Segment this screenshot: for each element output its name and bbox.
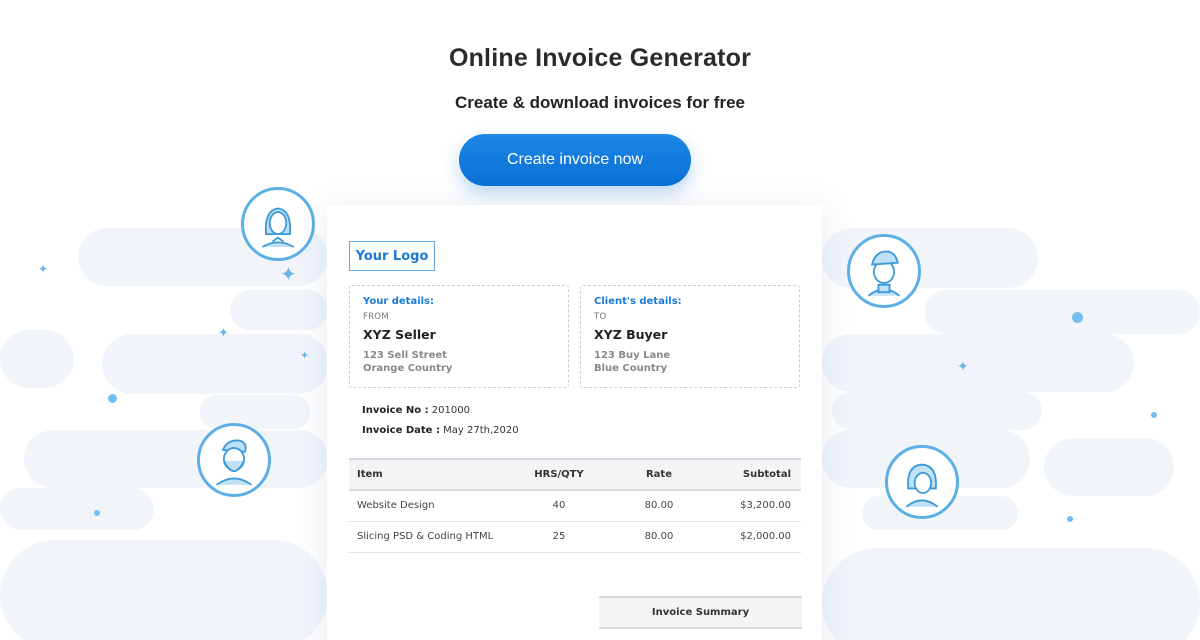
logo-placeholder[interactable]: Your Logo (349, 241, 435, 271)
create-invoice-button[interactable]: Create invoice now (459, 134, 691, 186)
column-header: Item (349, 458, 499, 491)
cloud-shape (1044, 438, 1174, 496)
invoice-date-label: Invoice Date : (362, 425, 440, 436)
client-address-line2: Blue Country (594, 363, 668, 374)
table-header-row: Item HRS/QTY Rate Subtotal (349, 458, 801, 491)
item-cell: Slicing PSD & Coding HTML (349, 521, 499, 553)
client-name: XYZ Buyer (594, 327, 668, 342)
bearded-man-avatar-icon (197, 423, 271, 497)
rate-cell: 80.00 (619, 490, 699, 522)
decor-dot (108, 394, 117, 403)
client-details-card[interactable]: Client's details: TO XYZ Buyer 123 Buy L… (580, 285, 800, 388)
cloud-shape (230, 290, 328, 330)
page-title: Online Invoice Generator (448, 44, 752, 72)
invoice-preview: Your Logo Your details: FROM XYZ Seller … (327, 205, 822, 640)
cloud-shape (24, 430, 328, 488)
invoice-items-table: Item HRS/QTY Rate Subtotal Website Desig… (349, 458, 801, 553)
cloud-shape (832, 392, 1042, 430)
item-cell: Website Design (349, 490, 499, 522)
decor-dot (1072, 312, 1083, 323)
woman-bob-avatar-icon (885, 445, 959, 519)
seller-address-line1: 123 Sell Street (363, 350, 447, 361)
column-header: HRS/QTY (499, 458, 619, 491)
cloud-shape (822, 548, 1200, 640)
client-direction: TO (594, 312, 607, 322)
sparkle-icon: ✦ (957, 359, 969, 375)
seller-name: XYZ Seller (363, 327, 436, 342)
subtotal-cell: $3,200.00 (699, 490, 801, 522)
decor-dot (1151, 412, 1157, 418)
woman-avatar-icon (241, 187, 315, 261)
cloud-shape (0, 488, 154, 530)
decor-dot (1067, 516, 1073, 522)
invoice-date-value: May 27th,2020 (443, 425, 519, 436)
subtotal-cell: $2,000.00 (699, 521, 801, 553)
column-header: Subtotal (699, 458, 801, 491)
invoice-number-label: Invoice No : (362, 405, 429, 416)
table-row[interactable]: Slicing PSD & Coding HTML 25 80.00 $2,00… (349, 521, 801, 553)
rate-cell: 80.00 (619, 521, 699, 553)
sparkle-icon: ✦ (218, 326, 229, 341)
cloud-shape (822, 334, 1134, 392)
table-row[interactable]: Website Design 40 80.00 $3,200.00 (349, 490, 801, 522)
seller-details-card[interactable]: Your details: FROM XYZ Seller 123 Sell S… (349, 285, 569, 388)
cloud-shape (200, 395, 310, 429)
seller-direction: FROM (363, 312, 390, 322)
qty-cell: 40 (499, 490, 619, 522)
decor-dot (94, 510, 100, 516)
qty-cell: 25 (499, 521, 619, 553)
cloud-shape (102, 334, 328, 394)
cloud-shape (0, 540, 328, 640)
seller-heading: Your details: (363, 296, 435, 307)
client-address-line1: 123 Buy Lane (594, 350, 671, 361)
invoice-number-value: 201000 (431, 405, 470, 416)
client-heading: Client's details: (594, 296, 682, 307)
sparkle-icon: ✦ (38, 262, 49, 276)
sparkle-icon: ✦ (300, 349, 310, 362)
man-cap-avatar-icon (847, 234, 921, 308)
invoice-summary-header: Invoice Summary (599, 596, 802, 629)
seller-address-line2: Orange Country (363, 363, 453, 374)
page-subtitle: Create & download invoices for free (454, 93, 745, 112)
invoice-date: Invoice Date : May 27th,2020 (362, 425, 519, 436)
sparkle-icon: ✦ (280, 262, 297, 286)
cloud-shape (924, 290, 1200, 334)
cloud-shape (0, 330, 74, 388)
column-header: Rate (619, 458, 699, 491)
invoice-number: Invoice No : 201000 (362, 405, 470, 416)
